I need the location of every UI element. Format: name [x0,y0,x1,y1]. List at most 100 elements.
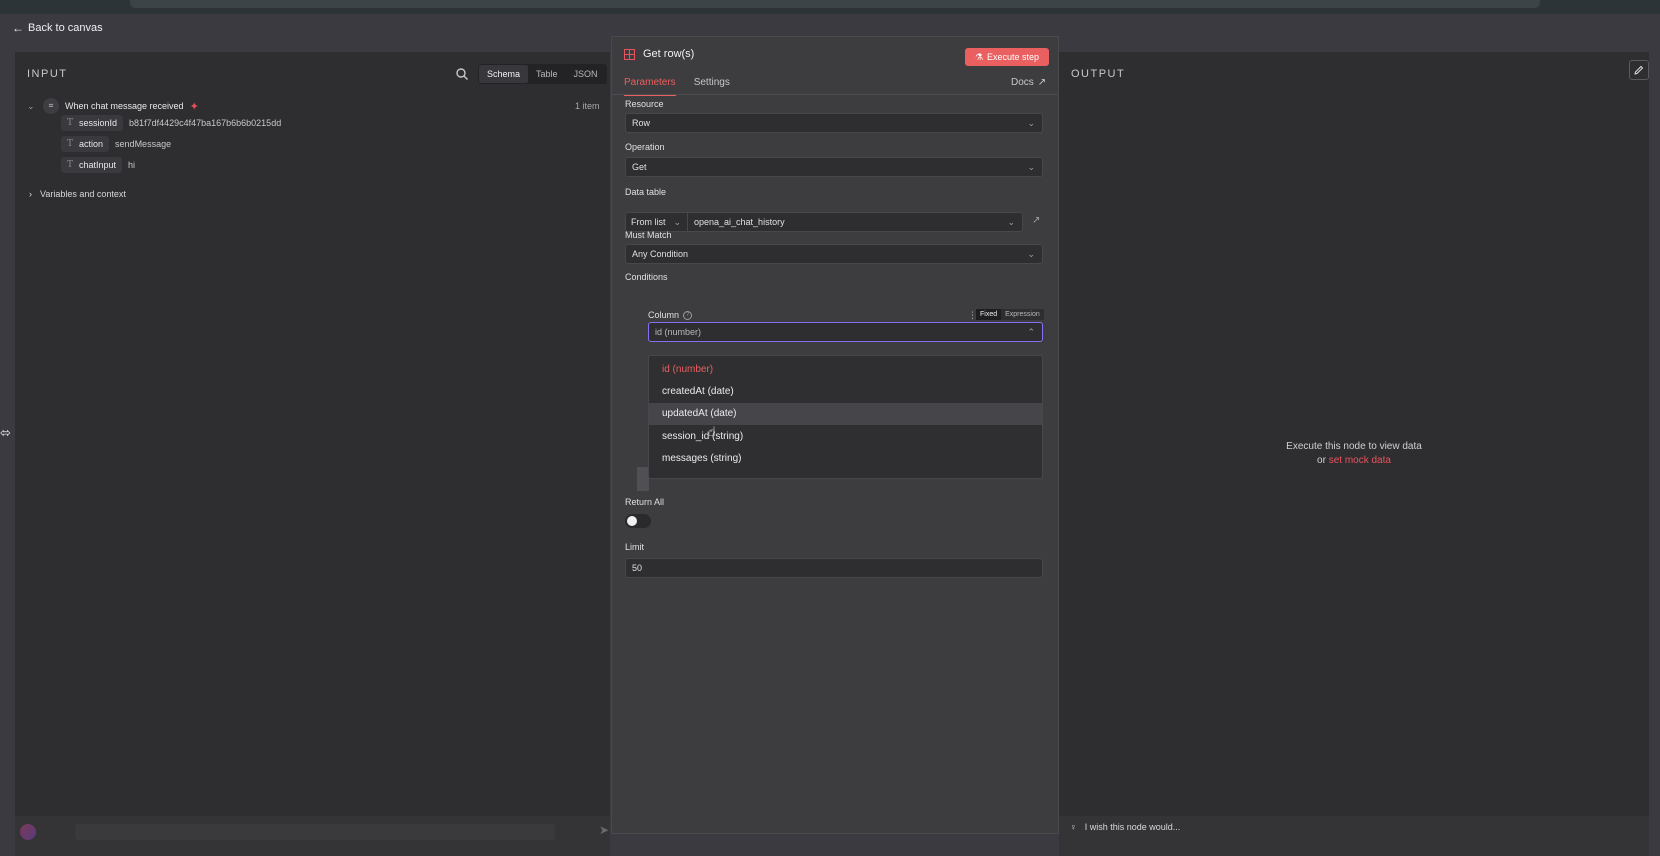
dropdown-option[interactable]: messages (string) [649,448,1042,470]
resource-select[interactable]: Row ⌄ [625,113,1043,133]
operation-value: Get [632,162,647,172]
variables-label: Variables and context [40,189,126,199]
limit-value: 50 [632,563,643,573]
search-icon[interactable] [455,67,469,81]
column-label: Column ? [648,310,693,320]
chat-bar: ➤ [15,816,610,856]
chevron-right-icon: › [29,189,32,199]
schema-field-row[interactable]: Taction sendMessage [61,136,171,152]
docs-label: Docs [1011,77,1034,88]
string-type-icon: T [67,160,74,170]
dropdown-option[interactable]: updatedAt (date) [649,403,1042,425]
return-all-toggle[interactable] [625,514,651,528]
field-value: b81f7df4429c4f47ba167b6b6b0215dd [129,118,282,128]
string-type-icon: T [67,118,74,128]
top-bar-strip [130,0,1540,8]
mode-expression[interactable]: Expression [1001,309,1044,320]
arrow-left-icon: ← [12,21,24,35]
chevron-down-icon: ⌄ [1007,217,1015,227]
output-panel: OUTPUT Execute this node to view data or… [1059,52,1649,816]
open-table-external-icon[interactable]: ↗ [1032,215,1040,226]
empty-output-message: Execute this node to view data or set mo… [1059,440,1649,468]
string-type-icon: T [67,139,74,149]
trigger-bolt-icon: ✦ [189,100,199,113]
docs-link[interactable]: Docs ↗ [1011,77,1046,88]
trigger-node-name: When chat message received [65,101,184,111]
schema-field-row[interactable]: TsessionId b81f7df4429c4f47ba167b6b6b021… [61,115,281,131]
return-all-label: Return All [625,497,665,507]
flask-icon: ⚗ [974,51,984,62]
lightbulb-icon: ♀ [1070,822,1077,832]
top-bar [0,0,1660,14]
must-match-select[interactable]: Any Condition ⌄ [625,244,1043,264]
empty-output-or: or [1317,455,1326,466]
data-table-value: opena_ai_chat_history [694,217,785,227]
mode-fixed[interactable]: Fixed [976,309,1002,320]
field-key: chatInput [79,160,117,170]
chevron-down-icon: ⌄ [1027,118,1035,128]
field-key-pill[interactable]: Taction [61,136,110,152]
node-title-text: Get row(s) [643,48,695,60]
input-panel-title: INPUT [27,68,68,80]
drag-handle-icon[interactable]: ⬄ [0,425,11,443]
dropdown-option[interactable]: id (number) [649,359,1042,381]
node-parameters-modal: Get row(s) ⚗ Execute step Parameters Set… [611,36,1059,834]
pointer-cursor-icon: ☝ [708,424,716,439]
help-icon[interactable]: ? [683,310,693,320]
field-value: sendMessage [115,139,172,149]
data-table-mode-select[interactable]: From list ⌄ [625,212,688,232]
operation-label: Operation [625,142,665,152]
view-mode-tabs: Schema Table JSON [478,64,607,84]
data-table-label: Data table [625,187,667,197]
data-table-mode: From list [631,217,666,227]
must-match-label: Must Match [625,230,672,240]
tab-json[interactable]: JSON [566,65,606,83]
data-table-select[interactable]: opena_ai_chat_history ⌄ [688,212,1023,232]
chevron-down-icon: ⌄ [1027,162,1035,172]
chevron-down-icon: ⌄ [1027,249,1035,259]
toggle-knob [627,516,637,526]
field-key-pill[interactable]: TchatInput [61,157,123,173]
items-count: 1 item [575,101,600,111]
modal-divider [612,94,1058,95]
column-dropdown: id (number) createdAt (date) updatedAt (… [648,355,1043,479]
execute-step-label: Execute step [987,52,1040,62]
conditions-label: Conditions [625,272,668,282]
execute-step-button[interactable]: ⚗ Execute step [965,48,1049,66]
limit-label: Limit [625,542,645,552]
field-value: hi [128,160,136,170]
avatar [20,824,36,840]
trigger-node-row[interactable]: ⌄ ⌗ When chat message received ✦ [27,98,199,114]
column-label-text: Column [648,310,680,320]
tab-schema[interactable]: Schema [479,65,529,83]
send-icon[interactable]: ➤ [599,823,609,837]
tab-table[interactable]: Table [528,65,566,83]
chat-icon: ⌗ [43,98,59,114]
column-value: id (number) [655,327,702,337]
edit-output-button[interactable] [1629,60,1649,80]
fixed-expression-toggle: Fixed Expression [976,309,1044,320]
limit-input[interactable]: 50 [625,558,1043,578]
set-mock-data-link[interactable]: set mock data [1329,455,1391,466]
chevron-down-icon[interactable]: ⌄ [27,101,37,112]
feedback-label: I wish this node would... [1084,822,1181,832]
field-key: sessionId [79,118,118,128]
resource-label: Resource [625,99,664,109]
variables-and-context-row[interactable]: › Variables and context [29,189,126,199]
schema-field-row[interactable]: TchatInput hi [61,157,135,173]
feedback-link[interactable]: ♀ I wish this node would... [1070,822,1180,832]
external-link-icon: ↗ [1037,77,1047,88]
node-title: Get row(s) [624,48,694,60]
table-icon [624,48,635,60]
pencil-icon [1634,65,1644,75]
output-panel-title: OUTPUT [1071,68,1126,80]
resource-value: Row [632,118,651,128]
operation-select[interactable]: Get ⌄ [625,157,1043,177]
column-select[interactable]: id (number) ⌃ [648,322,1043,342]
back-to-canvas-button[interactable]: ← Back to canvas [12,20,103,36]
dropdown-option[interactable]: createdAt (date) [649,381,1042,403]
field-key: action [79,139,104,149]
chat-input[interactable] [75,824,555,840]
field-key-pill[interactable]: TsessionId [61,115,124,131]
empty-output-line: Execute this node to view data [1286,441,1422,452]
